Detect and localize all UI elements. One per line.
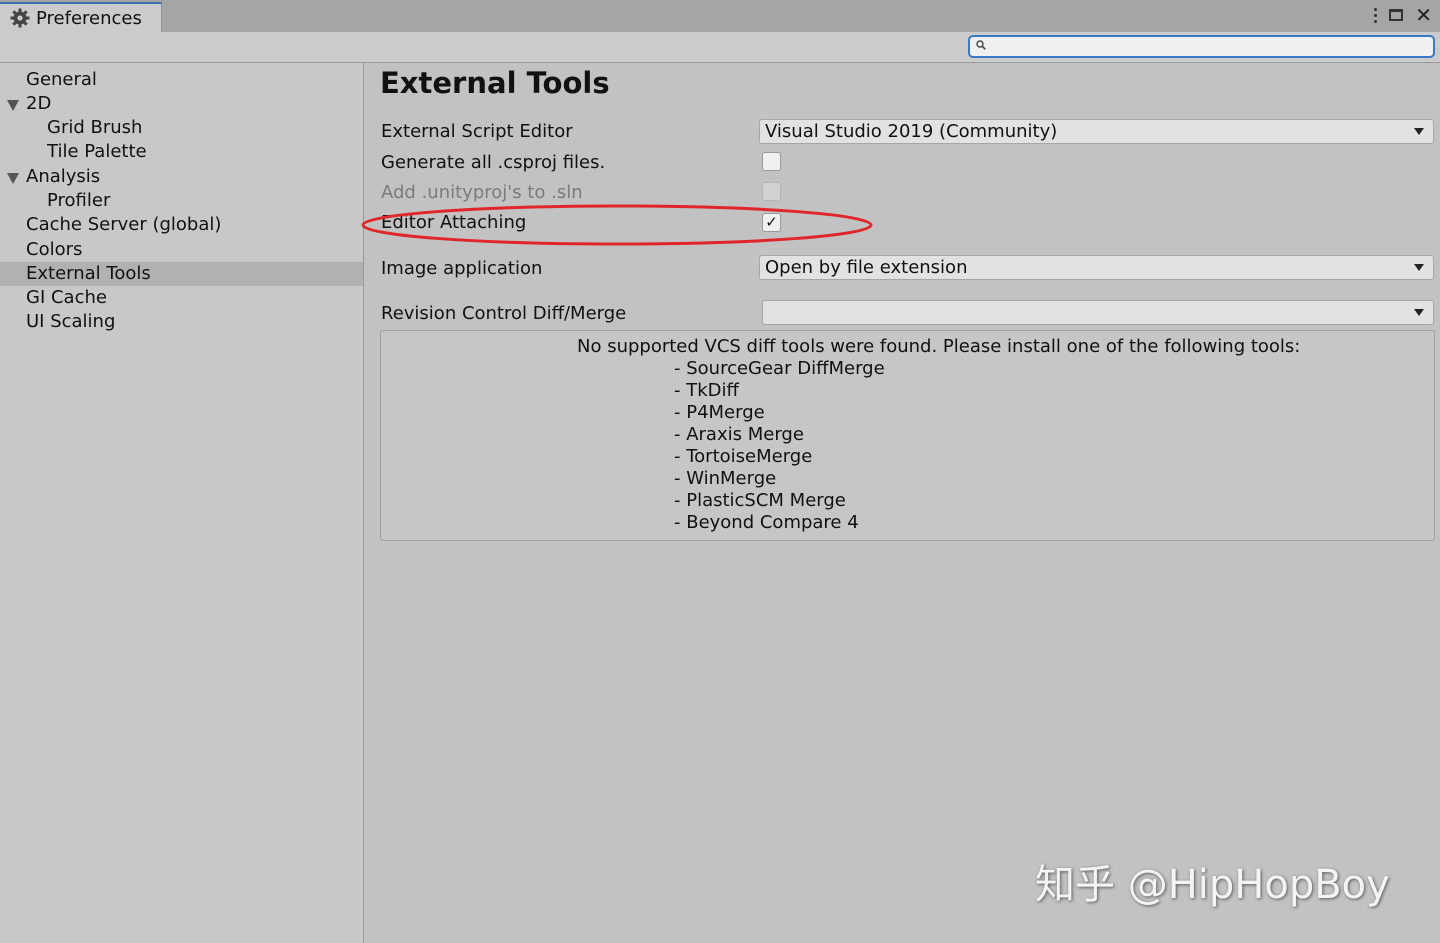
chevron-down-icon: [1414, 264, 1424, 271]
watermark-text: 知乎 @HipHopBoy: [1035, 862, 1390, 908]
main-panel: External Tools External Script Editor Vi…: [364, 63, 1440, 943]
vcs-help-heading: No supported VCS diff tools were found. …: [577, 336, 1301, 357]
page-title: External Tools: [380, 66, 610, 100]
sidebar-item-analysis[interactable]: Analysis: [0, 165, 363, 189]
sidebar-item-colors[interactable]: Colors: [0, 238, 363, 262]
chevron-down-icon: [1414, 128, 1424, 135]
vcs-tool-item: - WinMerge: [674, 468, 777, 489]
expand-arrow-icon[interactable]: [7, 100, 19, 111]
sidebar-item-cache-server[interactable]: Cache Server (global): [0, 213, 363, 237]
close-icon[interactable]: ✕: [1415, 5, 1432, 25]
window-controls: ✕: [1373, 5, 1432, 25]
external-script-editor-value: Visual Studio 2019 (Community): [765, 121, 1058, 142]
sidebar-item-gi-cache[interactable]: GI Cache: [0, 286, 363, 310]
checkmark-icon: ✓: [765, 213, 778, 231]
revision-control-dropdown[interactable]: [762, 300, 1434, 325]
sidebar-item-profiler[interactable]: Profiler: [0, 189, 363, 213]
revision-control-label: Revision Control Diff/Merge: [381, 303, 627, 324]
vcs-tool-item: - SourceGear DiffMerge: [674, 358, 885, 379]
vcs-tool-item: - Beyond Compare 4: [674, 512, 859, 533]
vcs-tool-item: - PlasticSCM Merge: [674, 490, 846, 511]
sidebar: General 2D Grid Brush Tile Palette Analy…: [0, 63, 364, 943]
image-application-dropdown[interactable]: Open by file extension: [759, 255, 1434, 280]
external-script-editor-dropdown[interactable]: Visual Studio 2019 (Community): [759, 119, 1434, 144]
sidebar-item-tile-palette[interactable]: Tile Palette: [0, 140, 363, 164]
sidebar-item-external-tools[interactable]: External Tools: [0, 262, 363, 286]
toolbar: [0, 32, 1440, 63]
editor-attaching-checkbox[interactable]: ✓: [762, 213, 781, 232]
vcs-tool-item: - P4Merge: [674, 402, 765, 423]
maximize-icon[interactable]: [1389, 9, 1404, 21]
gear-icon: [10, 8, 30, 28]
chevron-down-icon: [1414, 309, 1424, 316]
vcs-tool-item: - TkDiff: [674, 380, 739, 401]
generate-csproj-checkbox[interactable]: [762, 152, 781, 171]
window-tab-bar: Preferences ✕: [0, 0, 1440, 32]
external-script-editor-label: External Script Editor: [381, 121, 573, 142]
sidebar-item-general[interactable]: General: [0, 68, 363, 92]
generate-csproj-label: Generate all .csproj files.: [381, 152, 606, 173]
search-field[interactable]: [968, 35, 1435, 58]
image-application-value: Open by file extension: [765, 257, 968, 278]
expand-arrow-icon[interactable]: [7, 173, 19, 184]
editor-attaching-label: Editor Attaching: [381, 212, 527, 233]
add-unityproj-label: Add .unityproj's to .sln: [381, 182, 583, 203]
tab-title: Preferences: [36, 7, 142, 29]
search-input[interactable]: [992, 38, 1416, 58]
magnifier-icon: [976, 40, 986, 50]
vcs-help-box: No supported VCS diff tools were found. …: [380, 330, 1435, 541]
image-application-label: Image application: [381, 258, 543, 279]
vcs-tool-item: - TortoiseMerge: [674, 446, 813, 467]
sidebar-item-grid-brush[interactable]: Grid Brush: [0, 116, 363, 140]
kebab-icon[interactable]: [1373, 7, 1377, 23]
add-unityproj-checkbox: [762, 182, 781, 201]
sidebar-item-2d[interactable]: 2D: [0, 92, 363, 116]
tab-preferences[interactable]: Preferences: [0, 2, 162, 32]
vcs-tool-item: - Araxis Merge: [674, 424, 804, 445]
sidebar-item-ui-scaling[interactable]: UI Scaling: [0, 310, 363, 334]
